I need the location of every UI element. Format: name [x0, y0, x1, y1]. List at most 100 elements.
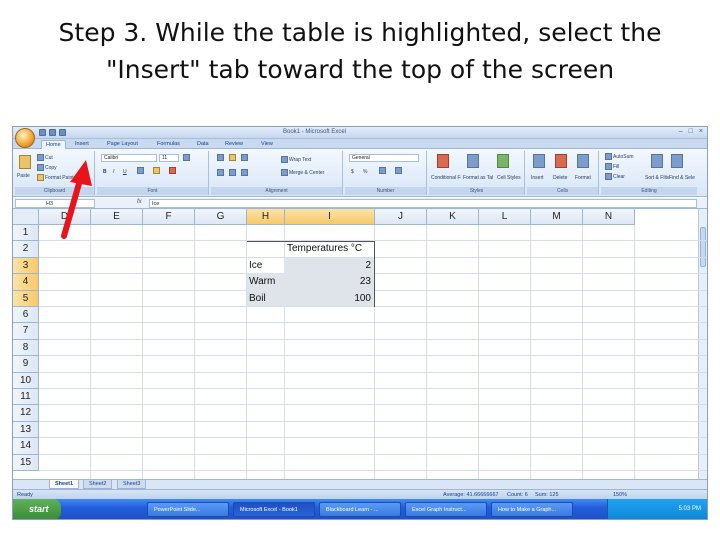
table-header-cell[interactable]: Temperatures °C [287, 241, 362, 257]
select-all-corner[interactable] [13, 209, 39, 225]
fx-icon[interactable]: fx [137, 199, 142, 205]
align-right-button[interactable] [241, 169, 249, 176]
sheet-tab-sheet1[interactable]: Sheet1 [49, 480, 80, 489]
taskbar-item-blackboard[interactable]: Blackboard Learn - ... [319, 502, 401, 517]
tab-review[interactable]: Review [221, 140, 247, 149]
table-label-cell[interactable]: Boil [249, 291, 266, 307]
increase-decimal-button[interactable] [379, 167, 387, 174]
tab-insert[interactable]: Insert [71, 140, 93, 149]
font-color-button[interactable] [169, 167, 177, 174]
decrease-decimal-button[interactable] [395, 167, 403, 174]
find-select-button[interactable] [671, 154, 684, 168]
borders-button[interactable] [137, 167, 145, 174]
table-value-cell[interactable]: 23 [285, 274, 371, 290]
taskbar-item-excel[interactable]: Microsoft Excel - Book1 [233, 502, 315, 517]
underline-button[interactable]: U [123, 169, 127, 175]
sort-filter-button[interactable] [651, 154, 664, 168]
column-header-h[interactable]: H [247, 209, 285, 225]
row-header-12[interactable]: 12 [13, 405, 39, 422]
orientation-button[interactable] [241, 154, 249, 161]
scrollbar-thumb[interactable] [700, 227, 706, 267]
italic-button[interactable]: I [113, 169, 114, 175]
column-header-i[interactable]: I [285, 209, 375, 225]
row-header-13[interactable]: 13 [13, 421, 39, 439]
taskbar-item-graph-instructions[interactable]: Excel Graph Instruct... [405, 502, 487, 517]
cut-button[interactable]: Cut [37, 154, 53, 161]
row-header-15[interactable]: 15 [13, 454, 39, 471]
row-header-8[interactable]: 8 [13, 339, 39, 357]
insert-cells-button[interactable] [533, 154, 546, 168]
merge-center-button[interactable]: Merge & Center [281, 169, 324, 176]
table-value-cell[interactable]: 2 [285, 258, 371, 274]
save-icon[interactable] [39, 129, 46, 136]
row-header-2[interactable]: 2 [13, 241, 39, 258]
column-header-e[interactable]: E [91, 209, 143, 225]
row-header-6[interactable]: 6 [13, 307, 39, 324]
wrap-text-button[interactable]: Wrap Text [281, 156, 311, 163]
align-left-button[interactable] [217, 169, 225, 176]
align-center-button[interactable] [229, 169, 237, 176]
column-header-j[interactable]: J [375, 209, 427, 225]
tab-formulas[interactable]: Formulas [153, 140, 184, 149]
taskbar-item-powerpoint[interactable]: PowerPoint Slide... [147, 502, 229, 517]
row-header-5[interactable]: 5 [13, 290, 39, 307]
column-header-k[interactable]: K [427, 209, 479, 225]
column-header-l[interactable]: L [479, 209, 531, 225]
currency-button[interactable]: $ [351, 169, 354, 175]
redo-icon[interactable] [59, 129, 66, 136]
format-painter-button[interactable]: Format Painter [37, 174, 78, 181]
column-header-g[interactable]: G [195, 209, 247, 225]
office-button[interactable] [15, 128, 35, 148]
paste-button[interactable] [19, 155, 32, 169]
conditional-formatting-button[interactable] [437, 154, 450, 168]
maximize-button[interactable]: □ [689, 128, 693, 135]
percent-button[interactable]: % [363, 169, 367, 175]
undo-icon[interactable] [49, 129, 56, 136]
fill-button[interactable]: Fill [605, 163, 619, 170]
row-header-10[interactable]: 10 [13, 372, 39, 389]
font-size-select[interactable]: 11 [159, 154, 179, 162]
vertical-scrollbar[interactable] [698, 209, 707, 479]
column-header-d[interactable]: D [39, 209, 91, 225]
table-value-cell[interactable]: 100 [285, 291, 371, 307]
sheet-tab-sheet2[interactable]: Sheet2 [83, 480, 113, 489]
table-label-cell[interactable]: Ice [249, 258, 262, 274]
row-header-11[interactable]: 11 [13, 389, 39, 406]
format-as-table-button[interactable] [467, 154, 480, 168]
row-header-14[interactable]: 14 [13, 438, 39, 455]
sheet-tab-sheet3[interactable]: Sheet3 [117, 480, 147, 489]
fill-color-button[interactable] [153, 167, 161, 174]
align-middle-button[interactable] [229, 154, 237, 161]
start-button[interactable]: start [13, 499, 61, 519]
tab-view[interactable]: View [257, 140, 277, 149]
clear-button[interactable]: Clear [605, 173, 625, 180]
taskbar-item-make-graph[interactable]: How to Make a Graph... [491, 502, 573, 517]
format-cells-button[interactable] [577, 154, 590, 168]
bold-button[interactable]: B [103, 169, 107, 175]
tab-home[interactable]: Home [41, 140, 66, 149]
name-box[interactable]: H3 [15, 199, 95, 208]
tab-page-layout[interactable]: Page Layout [103, 140, 142, 149]
worksheet-grid[interactable]: D E F G H I J K L M N 1 2 3 4 5 6 7 8 9 10 11 12 13 14 15 Temperat… [13, 209, 707, 479]
minimize-button[interactable]: – [679, 128, 683, 135]
grow-font-button[interactable] [183, 154, 191, 161]
row-header-4[interactable]: 4 [13, 274, 39, 291]
row-header-7[interactable]: 7 [13, 323, 39, 340]
row-header-1[interactable]: 1 [13, 225, 39, 242]
row-header-3[interactable]: 3 [13, 257, 39, 275]
tab-data[interactable]: Data [193, 140, 213, 149]
formula-input[interactable]: Ice [149, 199, 697, 208]
close-button[interactable]: × [699, 128, 703, 135]
table-label-cell[interactable]: Warm [249, 274, 275, 290]
copy-button[interactable]: Copy [37, 164, 57, 171]
number-format-select[interactable]: General [349, 154, 419, 162]
cell-styles-button[interactable] [497, 154, 510, 168]
font-name-select[interactable]: Calibri [101, 154, 157, 162]
delete-cells-button[interactable] [555, 154, 568, 168]
column-header-m[interactable]: M [531, 209, 583, 225]
align-top-button[interactable] [217, 154, 225, 161]
row-header-9[interactable]: 9 [13, 356, 39, 373]
column-header-f[interactable]: F [143, 209, 195, 225]
autosum-button[interactable]: AutoSum [605, 153, 634, 160]
column-header-n[interactable]: N [583, 209, 635, 225]
